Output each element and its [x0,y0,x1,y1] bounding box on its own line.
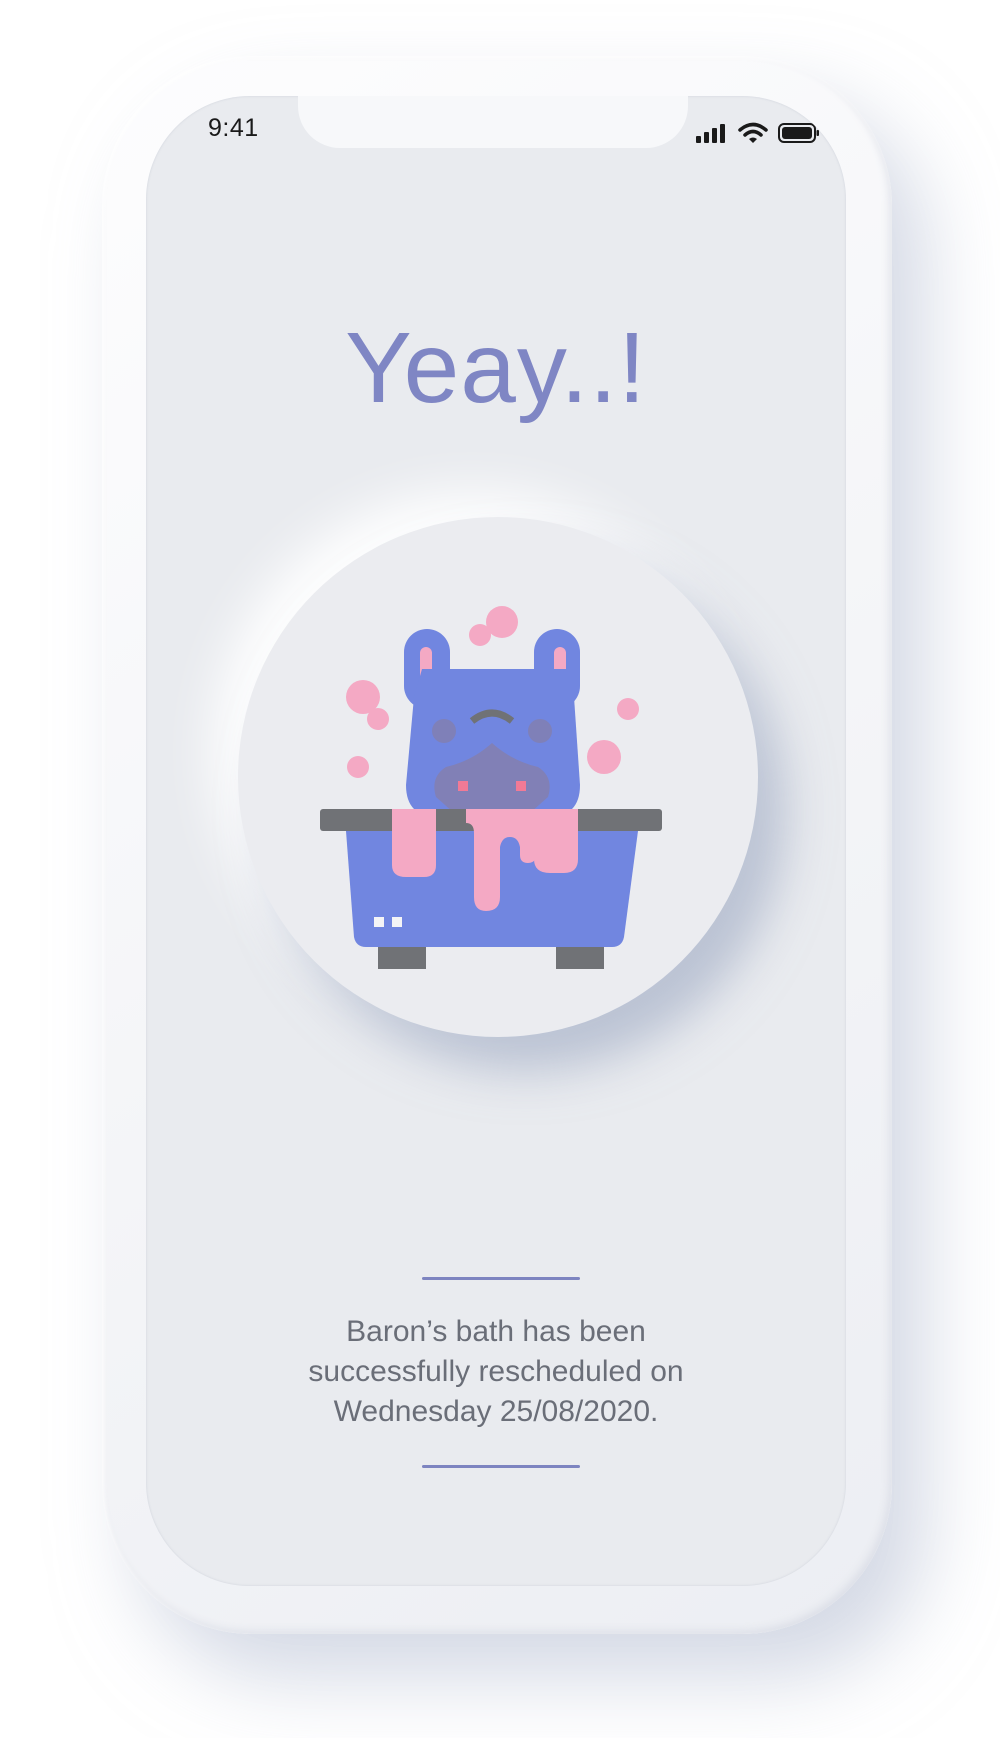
phone-screen: 9:41 Yeay..! Baron’s bath has been succe… [146,96,846,1586]
divider-top [422,1277,580,1280]
dog-bath-icon [320,606,662,969]
confirmation-message: Baron’s bath has been successfully resch… [206,1312,786,1432]
message-line-2: successfully rescheduled on [308,1355,684,1388]
illustration-circle [238,517,758,1037]
wifi-icon [738,122,768,149]
battery-icon [778,123,820,148]
divider-bottom [422,1465,580,1468]
page-title: Yeay..! [345,312,647,424]
status-bar-icons [696,122,820,149]
message-line-3: Wednesday 25/08/2020. [333,1395,659,1428]
status-bar-time: 9:41 [208,114,259,142]
cellular-signal-icon [696,123,728,148]
phone-frame: 9:41 Yeay..! Baron’s bath has been succe… [102,56,892,1634]
phone-notch [298,96,688,148]
message-line-1: Baron’s bath has been [346,1315,646,1348]
